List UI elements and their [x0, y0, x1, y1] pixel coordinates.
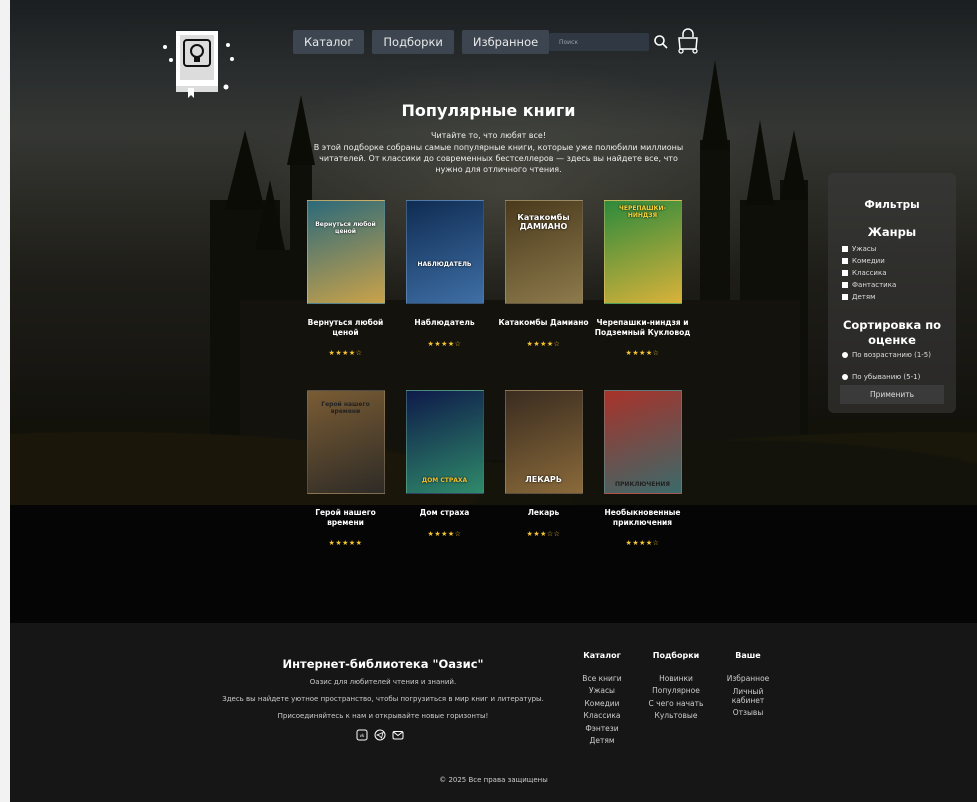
book-rating: ★★★★☆	[625, 539, 660, 547]
book-title[interactable]: Необыкновенные приключения	[595, 508, 691, 527]
radio-icon[interactable]	[842, 352, 848, 358]
nav-collections[interactable]: Подборки	[372, 30, 454, 54]
footer-link[interactable]: С чего начать	[642, 698, 710, 711]
radio-icon[interactable]	[842, 374, 848, 380]
telegram-icon[interactable]	[374, 729, 386, 741]
checkbox-icon[interactable]	[842, 294, 848, 300]
footer-link[interactable]: Все книги	[576, 673, 628, 686]
book-cover[interactable]: Вернуться любой ценой	[306, 200, 385, 304]
footer-link[interactable]: Отзывы	[718, 707, 778, 720]
copyright: © 2025 Все права защищены	[439, 776, 548, 784]
sort-radio[interactable]: По убыванию (5-1)	[842, 373, 920, 381]
filters-panel: Фильтры Жанры Ужасы Комедии Классика Фан…	[828, 173, 956, 413]
apply-filters-button[interactable]: Применить	[840, 385, 944, 404]
book-title[interactable]: Герой нашего времени	[298, 508, 394, 527]
book-title[interactable]: Катакомбы Дамиано	[496, 318, 592, 328]
book-title[interactable]: Лекарь	[496, 508, 592, 518]
footer-link[interactable]: Фэнтези	[576, 723, 628, 736]
sort-title: Сортировка по оценке	[842, 318, 942, 347]
checkbox-icon[interactable]	[842, 270, 848, 276]
book-card[interactable]: ЧЕРЕПАШКИ-НИНДЗЯ Черепашки-ниндзя и Подз…	[593, 200, 692, 390]
book-title[interactable]: Наблюдатель	[397, 318, 493, 328]
footer-link[interactable]: Классика	[576, 710, 628, 723]
nav-catalog[interactable]: Каталог	[293, 30, 365, 54]
book-cover[interactable]: НАБЛЮДАТЕЛЬ	[405, 200, 484, 304]
library-logo-icon[interactable]	[160, 27, 236, 99]
book-rating: ★★★★★	[328, 539, 363, 547]
mail-icon[interactable]	[392, 729, 404, 741]
book-title[interactable]: Вернуться любой ценой	[298, 318, 394, 337]
social-links: vk	[356, 729, 404, 741]
book-card[interactable]: Вернуться любой ценой Вернуться любой це…	[296, 200, 395, 390]
nav-favorites[interactable]: Избранное	[461, 30, 550, 54]
search-icon[interactable]	[653, 34, 669, 50]
genre-checkbox[interactable]: Классика	[842, 269, 887, 277]
book-cover[interactable]: ПРИКЛЮЧЕНИЯ	[603, 390, 682, 494]
books-grid: Вернуться любой ценой Вернуться любой це…	[296, 200, 716, 580]
book-title[interactable]: Черепашки-ниндзя и Подземный Кукловод	[595, 318, 691, 337]
checkbox-icon[interactable]	[842, 258, 848, 264]
book-rating: ★★★★☆	[427, 339, 462, 348]
footer-link[interactable]: Культовые	[642, 710, 710, 723]
cart-icon[interactable]	[676, 28, 700, 54]
footer-column-yours: Ваше Избранное Личный кабинет Отзывы	[718, 650, 778, 720]
footer: Интернет-библиотека "Оазис" Оазис для лю…	[10, 623, 977, 802]
vk-icon[interactable]: vk	[356, 729, 368, 741]
book-card[interactable]: НАБЛЮДАТЕЛЬ Наблюдатель ★★★★☆	[395, 200, 494, 390]
footer-column-catalog: Каталог Все книги Ужасы Комедии Классика…	[576, 650, 628, 748]
book-cover[interactable]: Герой нашего времени	[306, 390, 385, 494]
footer-link[interactable]: Избранное	[718, 673, 778, 686]
footer-column-collections: Подборки Новинки Популярное С чего начат…	[642, 650, 710, 723]
genre-checkbox[interactable]: Комедии	[842, 257, 885, 265]
search-input[interactable]	[549, 33, 649, 51]
sort-radio[interactable]: По возрастанию (1-5)	[842, 351, 931, 359]
genre-checkbox[interactable]: Ужасы	[842, 245, 876, 253]
page-title: Популярные книги	[401, 101, 576, 120]
footer-link[interactable]: Комедии	[576, 698, 628, 711]
footer-link[interactable]: Детям	[576, 735, 628, 748]
book-rating: ★★★★☆	[526, 339, 561, 348]
book-rating: ★★★★☆	[328, 349, 363, 357]
footer-link[interactable]: Популярное	[642, 685, 710, 698]
book-card[interactable]: ПРИКЛЮЧЕНИЯ Необыкновенные приключения ★…	[593, 390, 692, 580]
footer-link[interactable]: Личный кабинет	[718, 685, 778, 707]
book-cover[interactable]: Катакомбы ДАМИАНО	[504, 200, 583, 304]
checkbox-icon[interactable]	[842, 246, 848, 252]
hero-lead: Читайте то, что любят все!	[430, 131, 547, 140]
book-cover[interactable]: ЧЕРЕПАШКИ-НИНДЗЯ	[603, 200, 682, 304]
book-rating: ★★★★☆	[625, 349, 660, 357]
book-card[interactable]: ДОМ СТРАХА Дом страха ★★★★☆	[395, 390, 494, 580]
hero-description: В этой подборке собраны самые популярные…	[313, 143, 684, 174]
genres-title: Жанры	[867, 225, 917, 239]
filters-title: Фильтры	[864, 199, 920, 211]
book-card[interactable]: Герой нашего времени Герой нашего времен…	[296, 390, 395, 580]
main-nav: Каталог Подборки Избранное	[293, 30, 550, 54]
book-rating: ★★★★☆	[427, 529, 462, 538]
genre-checkbox[interactable]: Детям	[842, 293, 875, 301]
checkbox-icon[interactable]	[842, 282, 848, 288]
book-rating: ★★★☆☆	[526, 529, 561, 538]
book-card[interactable]: Катакомбы ДАМИАНО Катакомбы Дамиано ★★★★…	[494, 200, 593, 390]
genre-checkbox[interactable]: Фантастика	[842, 281, 896, 289]
svg-text:vk: vk	[360, 733, 365, 738]
footer-link[interactable]: Новинки	[642, 673, 710, 686]
footer-link[interactable]: Ужасы	[576, 685, 628, 698]
book-title[interactable]: Дом страха	[397, 508, 493, 518]
book-cover[interactable]: ЛЕКАРЬ	[504, 390, 583, 494]
book-card[interactable]: ЛЕКАРЬ Лекарь ★★★☆☆	[494, 390, 593, 580]
book-cover[interactable]: ДОМ СТРАХА	[405, 390, 484, 494]
